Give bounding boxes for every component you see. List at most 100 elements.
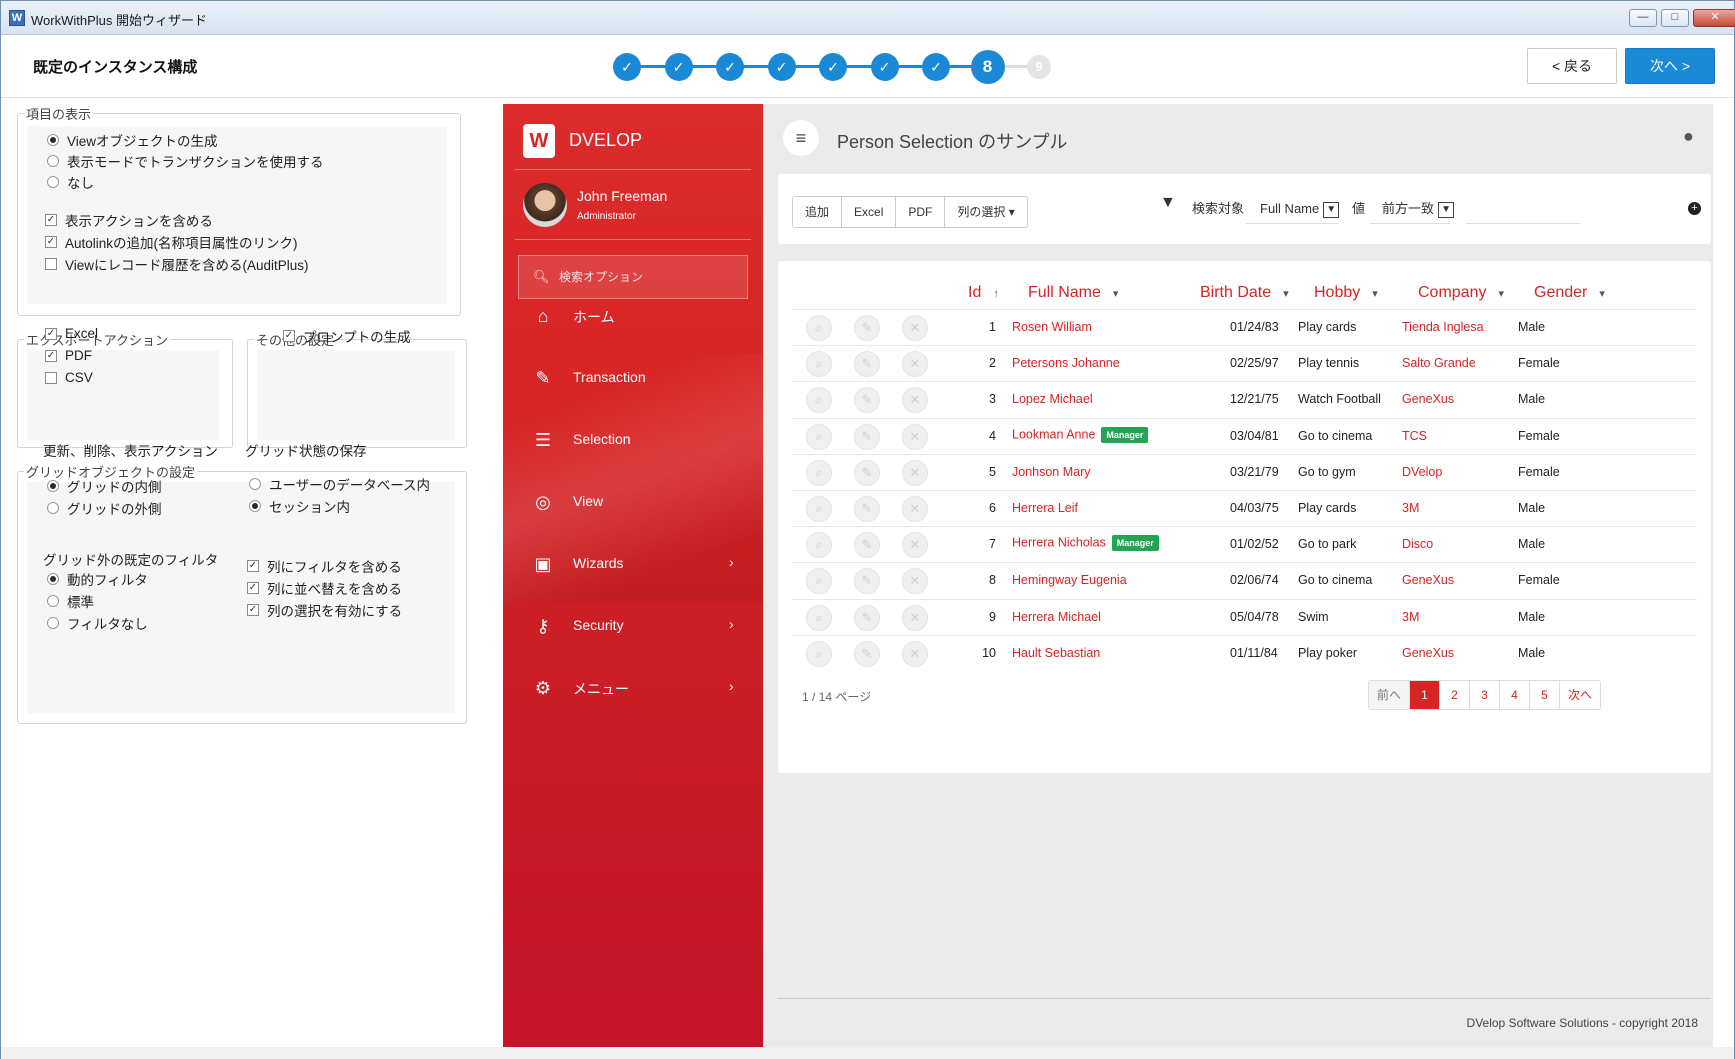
name-link[interactable]: Herrera Leif [1012,501,1078,515]
view-icon[interactable]: ⌕ [806,496,832,522]
radio-button[interactable] [47,573,59,585]
edit-icon[interactable]: ✎ [854,315,880,341]
cell-full-name[interactable]: Rosen William [1012,320,1092,334]
edit-icon[interactable]: ✎ [854,532,880,559]
sort-asc-icon[interactable]: ↑ [993,288,999,300]
sort-menu-icon[interactable]: ▾ [1498,288,1504,300]
pager-page[interactable]: 4 [1500,681,1531,709]
cell-full-name[interactable]: Hault Sebastian [1012,646,1100,660]
next-button[interactable]: 次へ > [1625,48,1715,84]
cell-company[interactable]: Salto Grande [1402,356,1476,370]
checkbox[interactable]: ✓ [247,560,259,572]
radio-button[interactable] [249,478,261,490]
name-link[interactable]: Herrera Nicholas [1012,535,1106,549]
filter-radio[interactable]: 標準 [47,591,94,611]
display-check[interactable]: Viewにレコード履歴を含める(AuditPlus) [45,254,309,274]
pager-page[interactable]: 5 [1530,681,1561,709]
radio-button[interactable] [47,176,59,188]
view-icon[interactable]: ⌕ [806,315,832,341]
cell-company[interactable]: 3M [1402,501,1419,515]
pager-next[interactable]: 次へ [1560,681,1600,709]
back-button[interactable]: < 戻る [1527,48,1617,84]
view-icon[interactable]: ⌕ [806,351,832,378]
other-check[interactable]: ✓ プロンプトの生成 [283,326,411,346]
edit-icon[interactable]: ✎ [854,423,880,450]
cell-full-name[interactable]: Herrera Leif [1012,501,1078,515]
radio-button[interactable] [47,502,59,514]
view-icon[interactable]: ⌕ [806,459,832,486]
field-select[interactable]: Full Name ▼ [1246,194,1340,224]
state-radio[interactable]: ユーザーのデータベース内 [249,474,430,494]
checkbox[interactable]: ✓ [247,582,259,594]
name-link[interactable]: Lookman Anne [1012,427,1095,441]
sort-menu-icon[interactable]: ▾ [1113,288,1119,300]
checkbox[interactable]: ✓ [45,236,57,248]
filter-radio[interactable]: 動的フィルタ [47,569,148,589]
menu-item-メニュー[interactable]: ⚙ メニュー › [503,668,763,708]
name-link[interactable]: Petersons Johanne [1012,356,1120,370]
radio-button[interactable] [249,500,261,512]
edit-icon[interactable]: ✎ [854,387,880,414]
filter-value-input[interactable] [1466,194,1580,224]
pager-page[interactable]: 3 [1470,681,1501,709]
edit-icon[interactable]: ✎ [854,351,880,378]
minimize-button[interactable]: — [1629,9,1657,27]
sort-menu-icon[interactable]: ▾ [1372,288,1378,300]
edit-icon[interactable]: ✎ [854,604,880,631]
column-header[interactable]: Hobby ▾ [1314,284,1378,302]
display-check[interactable]: ✓ Autolinkの追加(名称項目属性のリンク) [45,232,298,252]
edit-icon[interactable]: ✎ [854,496,880,522]
state-radio[interactable]: セッション内 [249,496,350,516]
checkbox[interactable]: ✓ [45,214,57,226]
menu-item-selection[interactable]: ☰ Selection [503,420,763,460]
view-icon[interactable]: ⌕ [806,423,832,450]
radio-button[interactable] [47,617,59,629]
view-icon[interactable]: ⌕ [806,604,832,631]
delete-icon[interactable]: ✕ [902,459,928,486]
add-filter-icon[interactable]: + [1688,202,1701,215]
export-check[interactable]: CSV [45,370,93,385]
cell-full-name[interactable]: Petersons Johanne [1012,356,1120,370]
column-header[interactable]: Company ▾ [1418,284,1504,302]
checkbox[interactable]: ✓ [45,327,57,340]
maximize-button[interactable]: □ [1661,9,1689,27]
cell-company[interactable]: TCS [1402,429,1427,443]
column-header[interactable]: Full Name ▾ [1028,284,1118,302]
menu-item-transaction[interactable]: ✎ Transaction [503,358,763,398]
edit-icon[interactable]: ✎ [854,568,880,595]
radio-button[interactable] [47,155,59,167]
delete-icon[interactable]: ✕ [902,496,928,522]
toolbar-button[interactable]: 追加 [793,197,843,227]
name-link[interactable]: Hault Sebastian [1012,646,1100,660]
edit-icon[interactable]: ✎ [854,459,880,486]
actions-radio[interactable]: グリッドの外側 [47,498,162,518]
sort-menu-icon[interactable]: ▾ [1599,288,1605,300]
cell-company[interactable]: GeneXus [1402,392,1454,406]
export-check[interactable]: ✓ PDF [45,348,92,363]
checkbox[interactable] [45,371,57,384]
view-icon[interactable]: ⌕ [806,387,832,414]
filter-icon[interactable]: ▼ [1160,194,1176,212]
cell-company[interactable]: Disco [1402,537,1433,551]
pager-page[interactable]: 2 [1440,681,1471,709]
hamburger-icon[interactable]: ≡ [783,120,819,156]
checkbox[interactable]: ✓ [247,604,259,616]
cell-company[interactable]: DVelop [1402,465,1442,479]
cell-full-name[interactable]: Herrera Nicholas Manager [1012,535,1159,552]
toolbar-button[interactable]: Excel [842,197,897,227]
delete-icon[interactable]: ✕ [902,532,928,559]
display-radio[interactable]: Viewオブジェクトの生成 [47,130,218,150]
menu-item-wizards[interactable]: ▣ Wizards › [503,544,763,584]
filter-radio[interactable]: フィルタなし [47,613,148,633]
cell-company[interactable]: 3M [1402,610,1419,624]
mode-select[interactable]: 前方一致 ▼ [1370,194,1455,224]
delete-icon[interactable]: ✕ [902,351,928,378]
name-link[interactable]: Hemingway Eugenia [1012,573,1127,587]
cell-full-name[interactable]: Herrera Michael [1012,610,1101,624]
cell-company[interactable]: GeneXus [1402,573,1454,587]
checkbox[interactable] [45,258,57,270]
view-icon[interactable]: ⌕ [806,568,832,595]
checkbox[interactable]: ✓ [45,349,57,362]
name-link[interactable]: Herrera Michael [1012,610,1101,624]
cell-full-name[interactable]: Hemingway Eugenia [1012,573,1127,587]
